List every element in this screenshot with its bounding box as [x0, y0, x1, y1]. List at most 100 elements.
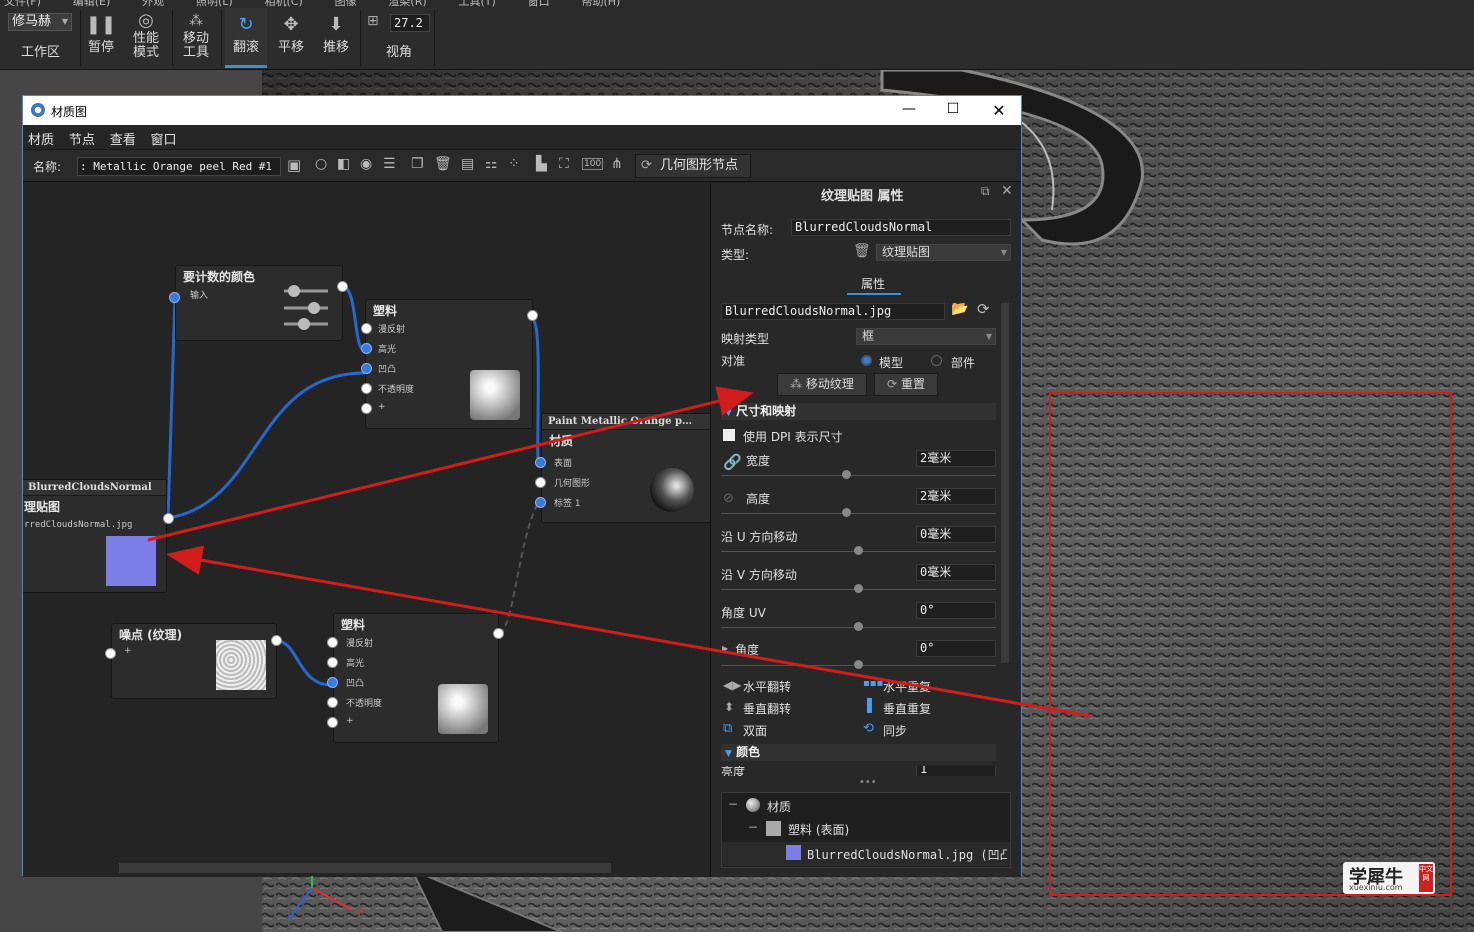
menu-view[interactable]: 查看 — [110, 129, 136, 148]
tree-collapse-icon[interactable]: − — [728, 797, 738, 811]
node-tree-icon[interactable]: ⁘ — [508, 156, 520, 172]
chevron-right-icon[interactable]: ▶ — [722, 644, 728, 653]
section-color[interactable]: ▼ 颜色 — [721, 744, 996, 761]
material-name-field[interactable]: : Metallic Orange peel Red #1 — [77, 157, 281, 176]
link-icon[interactable]: 🔗 — [723, 453, 742, 471]
node-grid-icon[interactable]: ⚏ — [485, 156, 498, 172]
share-icon[interactable]: ⋔ — [611, 156, 623, 172]
tree-collapse-icon[interactable]: − — [748, 820, 758, 834]
height-field[interactable]: 2毫米 — [916, 488, 996, 505]
slider-knob[interactable] — [854, 660, 863, 669]
panel-scrollbar[interactable] — [1001, 303, 1009, 663]
node-texture-map[interactable]: BlurredCloudsNormal 理贴图 rredCloudsNormal… — [23, 479, 167, 593]
layout-icon[interactable]: ◧ — [337, 156, 350, 172]
undock-icon[interactable]: ⧉ — [981, 184, 990, 199]
move-tool-button[interactable]: ⁂ 移动 工具 — [176, 8, 216, 68]
texture-file-field[interactable]: BlurredCloudsNormal.jpg — [721, 303, 945, 320]
port-output[interactable] — [337, 281, 348, 292]
slider-knob[interactable] — [854, 584, 863, 593]
maximize-icon[interactable]: ☐ — [943, 101, 963, 117]
pan-button[interactable]: ✥ 平移 — [272, 8, 310, 68]
menu-lighting[interactable]: 照明(L) — [196, 0, 233, 8]
port-add[interactable] — [361, 403, 372, 414]
section-size-mapping[interactable]: ▼ 尺寸和映射 — [721, 403, 996, 420]
node-plastic-bottom[interactable]: 塑料 漫反射 高光 凹凸 不透明度 + — [333, 613, 499, 743]
port-surface[interactable] — [535, 457, 546, 468]
port-opacity[interactable] — [361, 383, 372, 394]
menu-window[interactable]: 窗口 — [528, 0, 550, 8]
play-icon[interactable]: ◉ — [360, 156, 372, 172]
menu-tools[interactable]: 工具(T) — [458, 0, 495, 8]
fov-input[interactable]: 27.2 — [390, 14, 430, 32]
graph-scrollbar[interactable] — [119, 863, 611, 873]
menu-image[interactable]: 图像 — [335, 0, 357, 8]
repeat-horizontal-icon[interactable]: ▪▪▪ — [863, 678, 883, 689]
flip-horizontal-icon[interactable]: ◀▶ — [723, 678, 741, 692]
height-slider[interactable] — [721, 513, 996, 514]
dpi-checkbox[interactable] — [723, 429, 735, 441]
move-u-field[interactable]: 0毫米 — [916, 526, 996, 543]
radio-part[interactable] — [931, 355, 942, 366]
width-field[interactable]: 2毫米 — [916, 450, 996, 467]
frame-icon[interactable]: ⛶ — [559, 156, 569, 172]
trash-icon[interactable]: 🗑 — [853, 243, 871, 259]
angle-uv-field[interactable]: 0° — [916, 602, 996, 619]
port-bump[interactable] — [361, 363, 372, 374]
port-opacity[interactable] — [327, 697, 338, 708]
port-diffuse[interactable] — [327, 637, 338, 648]
port-geometry[interactable] — [535, 477, 546, 488]
port-bump[interactable] — [327, 677, 338, 688]
close-icon[interactable]: ✕ — [1001, 183, 1013, 199]
slider-knob[interactable] — [842, 470, 851, 479]
port-output[interactable] — [527, 310, 538, 321]
minimize-icon[interactable]: — — [899, 101, 919, 117]
search-icon[interactable]: ○ — [315, 156, 327, 172]
save-icon[interactable]: ▣ — [287, 156, 301, 174]
angle-field[interactable]: 0° — [916, 640, 996, 657]
tree-item-plastic[interactable]: − 塑料 (表面) — [722, 818, 998, 840]
tree-item-material[interactable]: − 材质 — [722, 795, 998, 817]
node-add-icon[interactable]: ▤ — [461, 156, 474, 172]
workspace-select[interactable]: 修马赫 ▼ — [8, 13, 72, 31]
menu-material[interactable]: 材质 — [28, 129, 54, 148]
port-diffuse[interactable] — [361, 323, 372, 334]
window-titlebar[interactable]: 材质图 — ☐ ✕ — [23, 96, 1021, 125]
port-input[interactable] — [105, 648, 116, 659]
radio-model[interactable] — [861, 355, 872, 366]
type-select[interactable]: 纹理贴图 ▼ — [876, 244, 1011, 261]
two-sided-icon[interactable]: ⧉ — [723, 721, 732, 736]
sliders-icon[interactable]: ☰ — [383, 156, 396, 172]
move-texture-button[interactable]: ⁂ 移动纹理 — [777, 373, 867, 396]
node-plastic-top[interactable]: 塑料 漫反射 高光 凹凸 不透明度 + — [365, 299, 533, 429]
tree-item-texture[interactable]: BlurredCloudsNormal.jpg (凹凸) — [722, 842, 1010, 866]
duplicate-icon[interactable]: ❐ — [411, 156, 424, 172]
pause-button[interactable]: ❚❚ 暂停 — [84, 8, 118, 68]
menu-render[interactable]: 渲染(R) — [388, 0, 426, 8]
node-noise[interactable]: 噪点 (纹理) + — [111, 623, 277, 699]
port-input[interactable] — [169, 292, 180, 303]
slider-knob[interactable] — [854, 546, 863, 555]
dolly-button[interactable]: ⬇ 推移 — [317, 8, 355, 68]
port-specular[interactable] — [327, 657, 338, 668]
delete-icon[interactable]: 🗑 — [434, 156, 452, 172]
brightness-field[interactable]: 1 — [916, 766, 996, 776]
port-label-1[interactable] — [535, 497, 546, 508]
flip-vertical-icon[interactable]: ⬍ — [724, 700, 734, 714]
menu-node[interactable]: 节点 — [69, 129, 95, 148]
menu-window[interactable]: 窗口 — [151, 129, 177, 148]
node-name-field[interactable]: BlurredCloudsNormal — [791, 219, 1011, 236]
reset-button[interactable]: ⟳ 重置 — [874, 373, 938, 396]
port-specular[interactable] — [361, 343, 372, 354]
repeat-vertical-icon[interactable]: ▪ ▪ ▪ — [866, 696, 873, 716]
width-slider[interactable] — [721, 475, 996, 476]
node-graph-canvas[interactable]: 要计数的颜色 输入 塑料 漫反射 高光 凹凸 不透明度 + Paint Meta… — [23, 183, 711, 877]
move-v-field[interactable]: 0毫米 — [916, 564, 996, 581]
node-color-to-number[interactable]: 要计数的颜色 输入 — [175, 265, 343, 341]
slider-knob[interactable] — [842, 508, 851, 517]
menu-help[interactable]: 帮助(H) — [581, 0, 620, 8]
close-icon[interactable]: ✕ — [989, 101, 1009, 120]
tab-properties[interactable]: 属性 — [861, 275, 885, 292]
port-output[interactable] — [271, 635, 282, 646]
mapping-type-select[interactable]: 框 ▼ — [856, 328, 996, 345]
node-paint-material[interactable]: Paint Metallic Orange p… 材质 表面 几何图形 标签 1 — [541, 413, 710, 523]
